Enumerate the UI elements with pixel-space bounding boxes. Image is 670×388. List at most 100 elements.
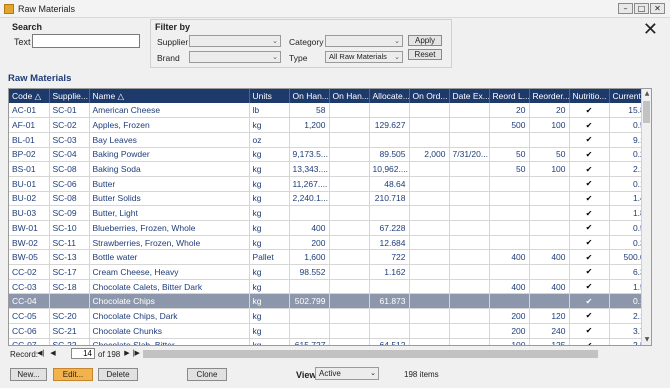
search-panel: Search Text <box>8 22 148 66</box>
table-row[interactable]: BU-03SC-09Butter, Lightkg✔1.80 <box>9 205 651 221</box>
cell-code: BU-03 <box>9 205 50 221</box>
vertical-scrollbar[interactable]: ▲ ▼ <box>641 89 651 345</box>
cell-name: American Cheese <box>89 103 250 119</box>
cell-reorder-level: 50 <box>489 147 530 163</box>
horizontal-scrollbar[interactable] <box>143 349 652 359</box>
column-header-reorder-level[interactable]: Reord L... <box>489 89 530 103</box>
cell-on-hand-2 <box>329 161 370 177</box>
cell-code: AC-01 <box>9 103 50 119</box>
cell-reorder-level <box>489 220 530 236</box>
cell-on-hand: 98.552 <box>289 264 330 280</box>
column-header-name[interactable]: Name △ <box>89 89 250 103</box>
table-row[interactable]: BU-01SC-06Butterkg11,267....48.64✔0.15 <box>9 176 651 192</box>
table-row[interactable]: CC-06SC-21Chocolate Chunkskg200240✔3.76 <box>9 323 651 339</box>
cell-code: BW-05 <box>9 249 50 266</box>
edit-button[interactable]: Edit... <box>53 368 93 381</box>
cell-code: BU-01 <box>9 176 50 192</box>
table-row[interactable]: BW-05 SC-13 Bottle water Pallet 1,600 722 400 4… <box>9 249 651 266</box>
supplier-select[interactable]: ⌄ <box>189 35 281 47</box>
cell-name: Baking Powder <box>89 147 250 163</box>
close-icon[interactable]: ✕ <box>643 21 658 39</box>
cell-on-order <box>409 220 450 236</box>
column-header-on-hand-2[interactable]: On Han... <box>329 89 370 103</box>
cell-nutrition: ✔ <box>569 264 610 280</box>
clone-button[interactable]: Clone <box>187 368 227 381</box>
new-button[interactable]: New... <box>10 368 47 381</box>
cell-on-order <box>409 205 450 221</box>
brand-select[interactable]: ⌄ <box>189 51 281 63</box>
search-input[interactable] <box>32 34 140 48</box>
table-row[interactable]: BU-02 SC-08 Butter Solids kg 2,240.1... 210.7… <box>9 191 651 207</box>
cell-units: oz <box>249 132 290 148</box>
cell-units: kg <box>249 235 290 251</box>
column-header-supplier[interactable]: Supplie... △ <box>49 89 90 103</box>
cell-allocated <box>369 132 410 148</box>
table-row[interactable]: AF-01 SC-02 Apples, Frozen kg 1,200 129.627 50… <box>9 117 651 133</box>
cell-reorder-qty <box>529 176 570 192</box>
cell-on-hand-2 <box>329 147 370 163</box>
table-row[interactable]: CC-02 SC-17 Cream Cheese, Heavy kg 98.552 1.1… <box>9 264 651 280</box>
cell-units: kg <box>249 220 290 236</box>
cell-nutrition: ✔ <box>569 249 610 266</box>
cell-nutrition: ✔ <box>569 293 610 310</box>
minimize-button[interactable]: – <box>618 3 633 14</box>
cell-on-hand: 502.799 <box>289 293 330 310</box>
cell-name: Apples, Frozen <box>89 117 250 133</box>
table-row[interactable]: BW-02 SC-11 Strawberries, Frozen, Whole kg 2… <box>9 235 651 251</box>
app-icon <box>4 4 14 14</box>
table-row[interactable]: CC-04Chocolate Chipskg502.79961.873✔0.15 <box>9 293 651 310</box>
delete-button[interactable]: Delete <box>98 368 138 381</box>
cell-allocated: 89.505 <box>369 147 410 163</box>
scroll-thumb[interactable] <box>643 101 650 123</box>
table-row[interactable]: CC-03 SC-18 Chocolate Calets, Bitter Dark k… <box>9 279 651 295</box>
table-row[interactable]: BL-01SC-03Bay Leavesoz✔9.12 <box>9 132 651 148</box>
apply-button[interactable]: Apply <box>408 35 442 46</box>
cell-reorder-qty <box>529 191 570 207</box>
close-window-button[interactable]: ✕ <box>650 3 665 14</box>
column-header-units[interactable]: Units <box>249 89 290 103</box>
view-select[interactable]: Active ⌄ <box>315 367 379 380</box>
table-row[interactable]: CC-05 SC-20 Chocolate Chips, Dark kg 200 120 ✔… <box>9 308 651 324</box>
cell-nutrition: ✔ <box>569 161 610 177</box>
first-record-icon[interactable]: ◀| <box>37 349 45 358</box>
cell-reorder-level: 400 <box>489 249 530 266</box>
cell-code: CC-07 <box>9 338 50 345</box>
cell-on-order <box>409 323 450 339</box>
column-header-date-expected[interactable]: Date Ex... <box>449 89 490 103</box>
maximize-button[interactable]: □ <box>634 3 649 14</box>
scroll-down-icon[interactable]: ▼ <box>642 335 651 345</box>
cell-on-order <box>409 249 450 266</box>
table-row[interactable]: CC-07 SC-22 Chocolate Slab, Bitter kg 615.72… <box>9 338 651 345</box>
column-header-nutrition[interactable]: Nutritio... <box>569 89 610 103</box>
prev-record-icon[interactable]: ◀ <box>49 349 57 358</box>
table-row[interactable]: BS-01 SC-08 Baking Soda kg 13,343.... 10,962.… <box>9 161 651 177</box>
column-header-allocated[interactable]: Allocate... <box>369 89 410 103</box>
cell-reorder-level <box>489 235 530 251</box>
reset-button[interactable]: Reset <box>408 49 442 60</box>
next-record-icon[interactable]: ▶ <box>123 349 131 358</box>
cell-date-expected <box>449 103 490 119</box>
table-row[interactable]: BP-02 SC-04 Baking Powder kg 9,173.5... 89.50… <box>9 147 651 163</box>
cell-reorder-level <box>489 205 530 221</box>
table-row[interactable]: AC-01 SC-01 American Cheese lb 58 20 20 ✔ 15.80 <box>9 103 651 119</box>
cell-supplier: SC-21 <box>49 323 90 339</box>
raw-materials-table: Code △Supplie... △Name △UnitsOn Han...On… <box>9 89 651 345</box>
column-header-on-order[interactable]: On Ord... <box>409 89 450 103</box>
cell-on-hand-2 <box>329 191 370 207</box>
category-select[interactable]: ⌄ <box>325 35 403 47</box>
column-header-code[interactable]: Code △ <box>9 89 50 103</box>
cell-reorder-qty: 120 <box>529 308 570 324</box>
column-header-on-hand[interactable]: On Han... <box>289 89 330 103</box>
record-navigator: Record: ◀| ◀ of 198 ▶ |▶ <box>8 348 652 360</box>
last-record-icon[interactable]: |▶ <box>132 349 140 358</box>
record-number-input[interactable] <box>71 348 95 359</box>
scroll-up-icon[interactable]: ▲ <box>642 89 651 99</box>
table-row[interactable]: BW-01 SC-10 Blueberries, Frozen, Whole kg 40… <box>9 220 651 236</box>
column-header-reorder-qty[interactable]: Reorder... <box>529 89 570 103</box>
cell-code: BP-02 <box>9 147 50 163</box>
h-scroll-thumb[interactable] <box>143 350 598 358</box>
type-select[interactable]: All Raw Materials ⌄ <box>325 51 403 63</box>
cell-on-order <box>409 176 450 192</box>
cell-code: BS-01 <box>9 161 50 177</box>
cell-on-hand-2 <box>329 103 370 119</box>
